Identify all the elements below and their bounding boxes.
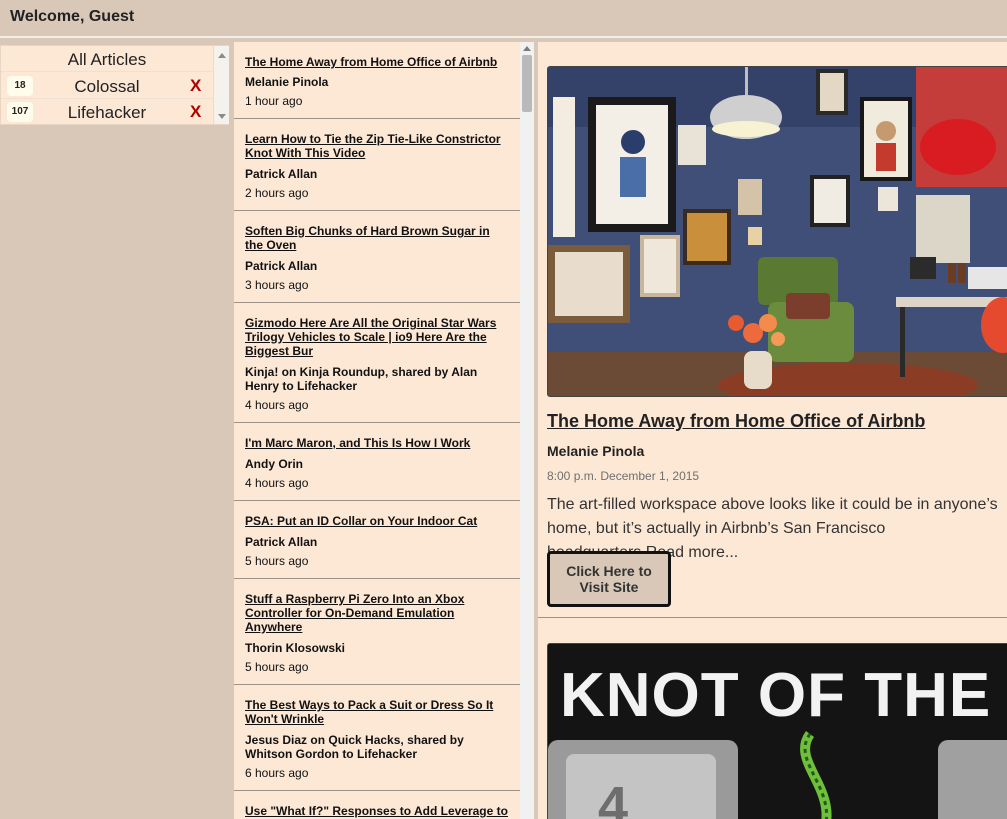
article-author: Jesus Diaz on Quick Hacks, shared by Whi… <box>245 733 464 761</box>
remove-feed-button[interactable]: X <box>190 102 201 122</box>
article-author: Melanie Pinola <box>547 443 645 459</box>
article-author: Patrick Allan <box>245 167 318 181</box>
article-title-link[interactable]: Gizmodo Here Are All the Original Star W… <box>245 316 510 358</box>
article-title-link[interactable]: Use "What If?" Responses to Add Leverage… <box>245 804 510 818</box>
article-title-link[interactable]: Stuff a Raspberry Pi Zero Into an Xbox C… <box>245 592 510 634</box>
feed-item-colossal[interactable]: 18 Colossal X <box>1 73 213 99</box>
article-title-link[interactable]: The Home Away from Home Office of Airbnb <box>547 411 925 432</box>
article-hero-image <box>547 66 1007 397</box>
scroll-up-arrow-icon[interactable] <box>218 53 226 58</box>
feed-all-articles[interactable]: All Articles <box>1 46 213 72</box>
feed-label: All Articles <box>67 50 147 69</box>
article-divider <box>538 617 1007 618</box>
scroll-down-arrow-icon[interactable] <box>218 114 226 119</box>
svg-text:4: 4 <box>598 776 628 819</box>
visit-site-button[interactable]: Click Here to Visit Site <box>547 551 671 607</box>
feed-label: Lifehacker <box>67 103 147 122</box>
article-title-link[interactable]: Soften Big Chunks of Hard Brown Sugar in… <box>245 224 510 252</box>
article-time: 2 hours ago <box>245 186 309 200</box>
feed-list: All Articles 18 Colossal X 107 Lifehacke… <box>0 45 229 125</box>
welcome-text: Welcome, Guest <box>10 8 135 25</box>
scroll-up-arrow-icon[interactable] <box>523 46 531 51</box>
remove-feed-button[interactable]: X <box>190 76 201 96</box>
article-list-item[interactable]: PSA: Put an ID Collar on Your Indoor Cat… <box>234 501 520 579</box>
article-author: Kinja! on Kinja Roundup, shared by Alan … <box>245 365 478 393</box>
feed-item-lifehacker[interactable]: 107 Lifehacker X <box>1 99 213 125</box>
app-header: Welcome, Guest <box>0 0 1007 38</box>
article-time: 4 hours ago <box>245 398 309 412</box>
scrollbar-thumb[interactable] <box>522 55 532 112</box>
article-list-item[interactable]: Use "What If?" Responses to Add Leverage… <box>234 791 520 819</box>
article-author: Andy Orin <box>245 457 304 471</box>
article-title-link[interactable]: The Home Away from Home Office of Airbnb <box>245 55 510 69</box>
feed-list-scrollbar[interactable] <box>213 46 229 124</box>
article-time: 5 hours ago <box>245 660 309 674</box>
article-list-scrollbar[interactable] <box>520 42 534 819</box>
article-list-item[interactable]: Soften Big Chunks of Hard Brown Sugar in… <box>234 211 520 303</box>
knot-of-the-week-text: KNOT OF THE WEEK <box>560 661 1007 730</box>
article-date: 8:00 p.m. December 1, 2015 <box>547 469 700 483</box>
feed-label: Colossal <box>74 77 140 96</box>
article-list-item[interactable]: The Home Away from Home Office of Airbnb… <box>234 42 520 119</box>
article-title-link[interactable]: The Best Ways to Pack a Suit or Dress So… <box>245 698 510 726</box>
article-title-link[interactable]: I'm Marc Maron, and This Is How I Work <box>245 436 510 450</box>
article-time: 5 hours ago <box>245 554 309 568</box>
article-title-link[interactable]: PSA: Put an ID Collar on Your Indoor Cat <box>245 514 510 528</box>
article-author: Patrick Allan <box>245 259 318 273</box>
article-list-item[interactable]: Learn How to Tie the Zip Tie-Like Constr… <box>234 119 520 211</box>
article-reader: The Home Away from Home Office of Airbnb… <box>538 42 1007 819</box>
article-list: The Home Away from Home Office of Airbnb… <box>234 42 534 819</box>
article-list-item[interactable]: The Best Ways to Pack a Suit or Dress So… <box>234 685 520 791</box>
article-author: Melanie Pinola <box>245 75 329 89</box>
article-author: Thorin Klosowski <box>245 641 346 655</box>
article-time: 1 hour ago <box>245 94 303 108</box>
article-list-item[interactable]: I'm Marc Maron, and This Is How I Work A… <box>234 423 520 501</box>
article-list-item[interactable]: Stuff a Raspberry Pi Zero Into an Xbox C… <box>234 579 520 685</box>
article-hero-image: KNOT OF THE WEEK 4 <box>547 643 1007 819</box>
article-time: 4 hours ago <box>245 476 309 490</box>
article-list-item[interactable]: Gizmodo Here Are All the Original Star W… <box>234 303 520 423</box>
article-time: 6 hours ago <box>245 766 309 780</box>
article-title-link[interactable]: Learn How to Tie the Zip Tie-Like Constr… <box>245 132 510 160</box>
article-time: 3 hours ago <box>245 278 309 292</box>
article-author: Patrick Allan <box>245 535 318 549</box>
